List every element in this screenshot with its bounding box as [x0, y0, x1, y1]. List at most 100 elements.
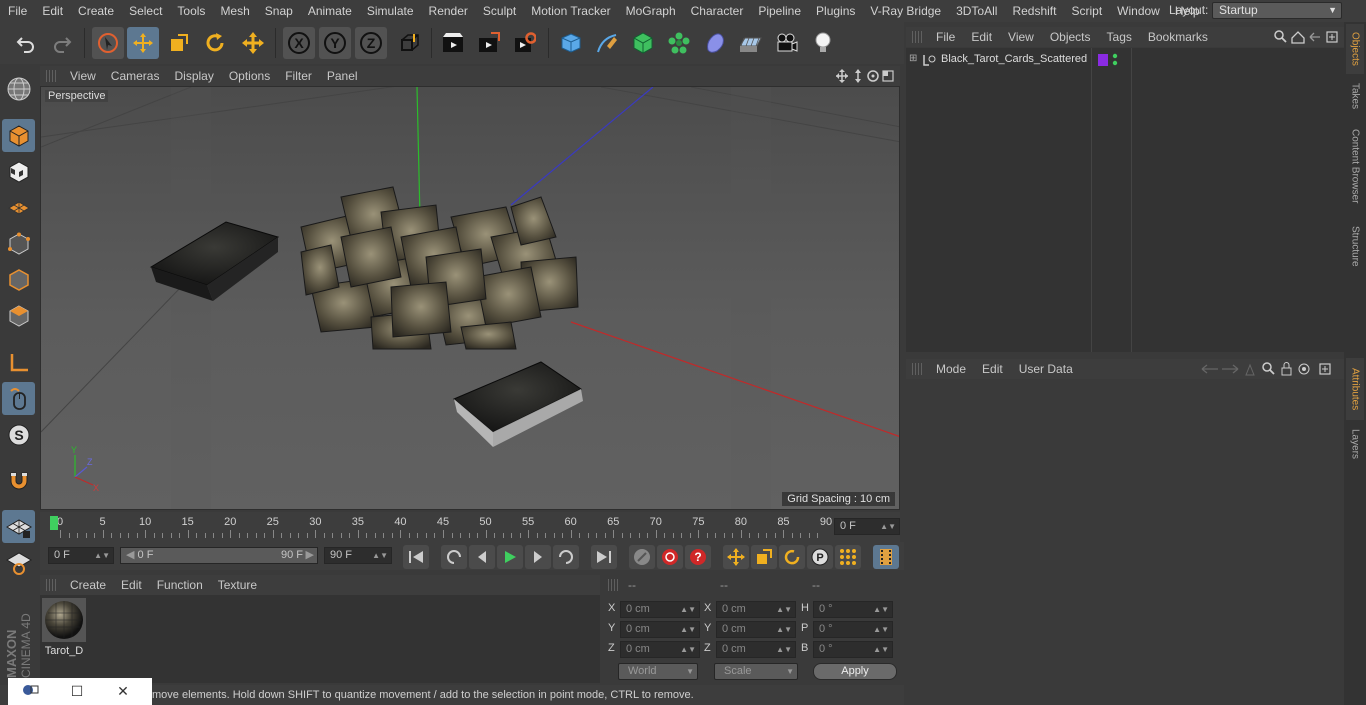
z-axis-lock-button[interactable]: Z — [355, 27, 387, 59]
tab-objects[interactable]: Objects — [1346, 24, 1364, 74]
rotate-tool-button[interactable] — [199, 27, 231, 59]
render-picture-viewer-button[interactable] — [473, 27, 505, 59]
tab-content-browser[interactable]: Content Browser — [1346, 118, 1364, 214]
material-menu-function[interactable]: Function — [149, 578, 210, 592]
menu-tools[interactable]: Tools — [169, 4, 212, 18]
search-icon[interactable] — [1274, 30, 1287, 43]
y-axis-lock-button[interactable]: Y — [319, 27, 351, 59]
search-icon[interactable] — [1262, 362, 1275, 375]
new-window-icon[interactable] — [1326, 31, 1338, 43]
redo-button[interactable] — [46, 27, 78, 59]
axis-mode-button[interactable] — [2, 346, 35, 379]
panel-grip-icon[interactable] — [46, 70, 56, 82]
previous-key-button[interactable] — [441, 545, 467, 569]
record-active-button[interactable] — [657, 545, 683, 569]
pan-view-icon[interactable] — [836, 69, 848, 83]
coord-value-field[interactable]: 0 cm ▲▼ — [716, 601, 796, 618]
apply-button[interactable]: Apply — [813, 663, 897, 680]
subdivision-surface-button[interactable] — [627, 27, 659, 59]
solo-button[interactable]: S — [2, 418, 35, 451]
add-cube-button[interactable] — [555, 27, 587, 59]
perspective-viewport[interactable]: Y Z X Perspective Grid Spacing : 10 cm — [40, 86, 900, 510]
coord-value-field[interactable]: 0 ° ▲▼ — [813, 621, 893, 638]
texture-mode-button[interactable] — [2, 155, 35, 188]
key-rotation-button[interactable] — [779, 545, 805, 569]
x-axis-lock-button[interactable]: X — [283, 27, 315, 59]
key-scale-button[interactable] — [751, 545, 777, 569]
object-menu-file[interactable]: File — [928, 30, 963, 44]
pen-tool-button[interactable] — [591, 27, 623, 59]
menu-mograph[interactable]: MoGraph — [618, 4, 683, 18]
panel-grip-icon[interactable] — [912, 363, 922, 375]
autokey-button[interactable]: ? — [685, 545, 711, 569]
deformer-button[interactable] — [699, 27, 731, 59]
end-frame-field[interactable]: 90 F ▲▼ — [324, 547, 392, 564]
coord-value-field[interactable]: 0 ° ▲▼ — [813, 641, 893, 658]
render-settings-button[interactable] — [509, 27, 541, 59]
material-swatch[interactable]: Tarot_D — [42, 598, 86, 657]
menu-vray-bridge[interactable]: V-Ray Bridge — [862, 4, 948, 18]
back-arrow-icon[interactable] — [1201, 364, 1218, 374]
new-window-icon[interactable] — [1319, 363, 1331, 375]
render-view-button[interactable] — [437, 27, 469, 59]
viewport-menu-view[interactable]: View — [62, 69, 103, 83]
menu-animate[interactable]: Animate — [300, 4, 359, 18]
viewport-menu-options[interactable]: Options — [221, 69, 277, 83]
scale-tool-button[interactable] — [163, 27, 195, 59]
polygons-mode-button[interactable] — [2, 299, 35, 332]
expand-plus-icon[interactable]: ⊞ — [909, 53, 917, 64]
snap-button[interactable] — [2, 464, 35, 497]
viewport-menu-panel[interactable]: Panel — [319, 69, 365, 83]
edges-mode-button[interactable] — [2, 263, 35, 296]
maximize-view-icon[interactable] — [882, 70, 894, 82]
attr-menu-edit[interactable]: Edit — [974, 362, 1011, 376]
coordinate-system-button[interactable] — [393, 27, 425, 59]
next-frame-button[interactable] — [525, 545, 551, 569]
coord-value-field[interactable]: 0 cm ▲▼ — [620, 641, 700, 658]
motion-record-button[interactable] — [629, 545, 655, 569]
tab-takes[interactable]: Takes — [1346, 78, 1364, 114]
layer-color-tag[interactable] — [1098, 54, 1108, 66]
attr-menu-user-data[interactable]: User Data — [1011, 362, 1081, 376]
object-name[interactable]: Black_Tarot_Cards_Scattered — [941, 53, 1087, 65]
undo-button[interactable] — [10, 27, 42, 59]
menu-snap[interactable]: Snap — [257, 4, 300, 18]
make-editable-button[interactable] — [2, 72, 35, 105]
layout-select[interactable]: Startup ▼ — [1212, 2, 1342, 19]
menu-motion-tracker[interactable]: Motion Tracker — [523, 4, 617, 18]
menu-mesh[interactable]: Mesh — [212, 4, 256, 18]
tab-layers[interactable]: Layers — [1346, 424, 1364, 464]
key-position-button[interactable] — [723, 545, 749, 569]
go-to-end-button[interactable] — [591, 545, 617, 569]
tab-structure[interactable]: Structure — [1346, 218, 1364, 274]
coord-value-field[interactable]: 0 cm ▲▼ — [620, 601, 700, 618]
coord-scale-select[interactable]: Scale ▼ — [714, 663, 798, 680]
coord-world-select[interactable]: World ▼ — [618, 663, 698, 680]
workplane-lock-button[interactable] — [2, 510, 35, 543]
playhead[interactable] — [50, 516, 58, 530]
tab-attributes[interactable]: Attributes — [1346, 358, 1364, 420]
menu-select[interactable]: Select — [121, 4, 169, 18]
object-menu-tags[interactable]: Tags — [1099, 30, 1140, 44]
home-icon[interactable] — [1291, 31, 1305, 44]
key-parameter-button[interactable]: P — [807, 545, 833, 569]
camera-button[interactable] — [771, 27, 803, 59]
workplane-mode-button[interactable] — [2, 191, 35, 224]
move-tool-button[interactable] — [127, 27, 159, 59]
panel-grip-icon[interactable] — [608, 579, 618, 591]
menu-redshift[interactable]: Redshift — [1004, 4, 1063, 18]
material-menu-texture[interactable]: Texture — [210, 578, 264, 592]
panel-grip-icon[interactable] — [912, 31, 922, 43]
object-row[interactable]: ⊞ Black_Tarot_Cards_Scattered — [906, 50, 1344, 70]
menu-render[interactable]: Render — [421, 4, 475, 18]
up-arrow-icon[interactable] — [1245, 363, 1255, 376]
play-button[interactable] — [497, 545, 523, 569]
coord-value-field[interactable]: 0 cm ▲▼ — [716, 621, 796, 638]
material-menu-edit[interactable]: Edit — [113, 578, 149, 592]
target-icon[interactable] — [1298, 363, 1310, 375]
model-mode-button[interactable] — [2, 119, 35, 152]
menu-window[interactable]: Window — [1109, 4, 1167, 18]
menu-character[interactable]: Character — [683, 4, 751, 18]
menu-plugins[interactable]: Plugins — [808, 4, 862, 18]
previous-frame-button[interactable] — [469, 545, 495, 569]
